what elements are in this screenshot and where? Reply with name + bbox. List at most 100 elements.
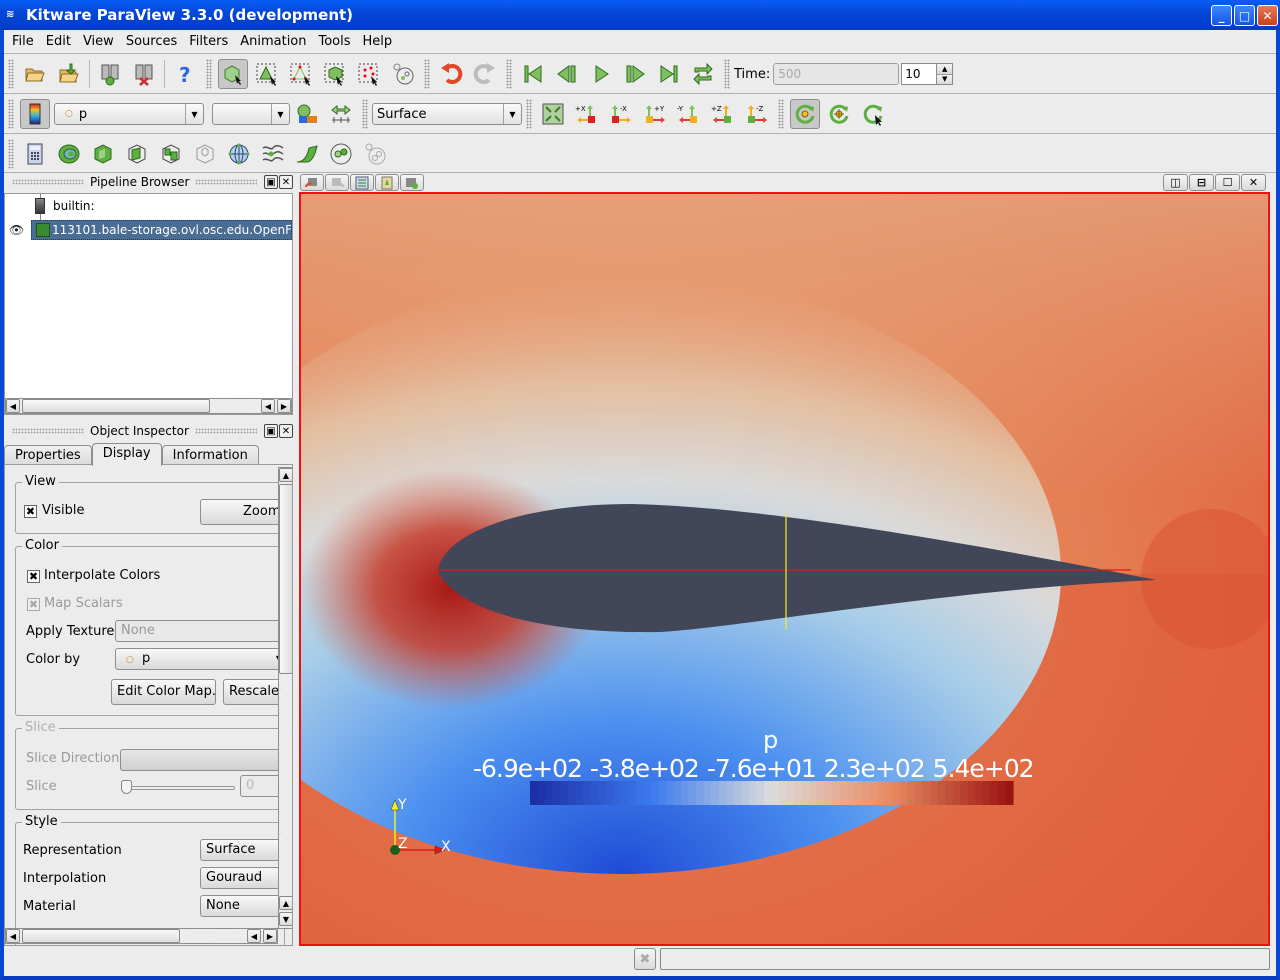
scroll-right-icon[interactable]: ▶ [263, 929, 277, 943]
inspector-hscrollbar[interactable]: ◀ ◀ ▶ [5, 928, 278, 944]
dock-grip[interactable] [194, 428, 257, 434]
view-plus-z-button[interactable]: +Z [708, 99, 738, 129]
representation-select[interactable]: Surface [200, 839, 290, 861]
connect-button[interactable] [95, 59, 125, 89]
extract-level-button[interactable] [360, 139, 390, 169]
lookmark-button[interactable] [375, 174, 399, 191]
threshold-button[interactable] [156, 139, 186, 169]
timestep-value[interactable]: 10 [901, 63, 938, 85]
view-plus-x-button[interactable]: +X [572, 99, 602, 129]
help-button[interactable]: ? [170, 59, 200, 89]
spin-down-icon[interactable]: ▼ [937, 74, 953, 84]
split-horizontal-button[interactable]: ◫ [1163, 174, 1188, 191]
next-frame-button[interactable] [620, 59, 650, 89]
play-button[interactable] [586, 59, 616, 89]
close-dock-button[interactable]: ✕ [279, 175, 293, 189]
slice-direction-select[interactable] [120, 749, 290, 771]
scroll-up-icon[interactable]: ▲ [279, 896, 292, 910]
scroll-left-icon[interactable]: ◀ [6, 929, 20, 943]
menu-edit[interactable]: Edit [40, 31, 77, 53]
reset-center-button[interactable] [824, 99, 854, 129]
render-view[interactable]: p -6.9e+02 -3.8e+02 -7.6e+01 2.3e+02 5.4… [299, 192, 1270, 946]
map-scalars-checkbox[interactable]: ✖ [27, 598, 40, 611]
calculator-button[interactable] [20, 139, 50, 169]
scroll-thumb[interactable] [22, 399, 210, 413]
select-frustum-points-button[interactable] [354, 59, 384, 89]
scroll-left-icon[interactable]: ◀ [6, 399, 20, 413]
extract-subset-button[interactable] [190, 139, 220, 169]
previous-frame-button[interactable] [552, 59, 582, 89]
dock-grip[interactable] [12, 179, 84, 185]
representation-select[interactable]: Surface ▼ [372, 103, 522, 125]
menu-sources[interactable]: Sources [120, 31, 183, 53]
close-button[interactable]: ✕ [1257, 5, 1278, 26]
select-frustum-cells-button[interactable] [320, 59, 350, 89]
split-vertical-button[interactable]: ⊟ [1189, 174, 1214, 191]
inspector-vscrollbar[interactable]: ▲ ▲ ▼ [278, 467, 292, 929]
load-state-button[interactable] [54, 59, 84, 89]
tab-display[interactable]: Display [91, 443, 162, 466]
view-minus-y-button[interactable]: -Y [674, 99, 704, 129]
select-block-button[interactable] [388, 59, 418, 89]
toolbar-grip[interactable] [206, 59, 212, 89]
toolbar-grip[interactable] [8, 99, 14, 129]
pick-center-button[interactable] [858, 99, 888, 129]
title-bar[interactable]: ≋ Kitware ParaView 3.3.0 (development) _… [0, 0, 1280, 30]
pipeline-item-builtin[interactable]: builtin: [35, 196, 95, 216]
group-datasets-button[interactable] [326, 139, 356, 169]
material-select[interactable]: None [200, 895, 290, 917]
menu-animation[interactable]: Animation [234, 31, 312, 53]
toolbar-grip[interactable] [362, 99, 368, 129]
toggle-color-legend-button[interactable] [20, 99, 50, 129]
zoom-to-data-button[interactable]: Zoom [200, 499, 290, 525]
toolbar-grip[interactable] [526, 99, 532, 129]
scene-canvas[interactable] [301, 194, 1268, 944]
camera-undo-button[interactable] [300, 174, 324, 191]
last-frame-button[interactable] [654, 59, 684, 89]
view-minus-x-button[interactable]: -X [606, 99, 636, 129]
rescale-button[interactable]: Rescale [223, 679, 285, 705]
pipeline-hscrollbar[interactable]: ◀ ◀ ▶ [5, 398, 292, 414]
toolbar-grip[interactable] [424, 59, 430, 89]
dock-grip[interactable] [195, 179, 257, 185]
clip-button[interactable] [88, 139, 118, 169]
disconnect-button[interactable] [129, 59, 159, 89]
float-dock-button[interactable]: ▣ [264, 175, 278, 189]
scroll-down-icon[interactable]: ▼ [279, 912, 292, 926]
close-dock-button[interactable]: ✕ [279, 424, 293, 438]
stream-tracer-button[interactable] [258, 139, 288, 169]
scroll-up-icon[interactable]: ▲ [279, 468, 292, 482]
spin-up-icon[interactable]: ▲ [937, 64, 953, 75]
tab-properties[interactable]: Properties [4, 445, 92, 466]
contour-button[interactable] [54, 139, 84, 169]
abort-button[interactable]: ✖ [634, 948, 656, 970]
scroll-right-icon[interactable]: ▶ [277, 399, 291, 413]
select-points-on-button[interactable] [286, 59, 316, 89]
interpolate-colors-checkbox[interactable]: ✖ [27, 570, 40, 583]
edit-color-map-button[interactable] [292, 99, 322, 129]
loop-button[interactable] [688, 59, 718, 89]
color-by-select[interactable]: ○ p ▼ [115, 648, 285, 670]
scroll-thumb[interactable] [22, 929, 180, 943]
interact-button[interactable] [218, 59, 248, 89]
open-file-button[interactable] [20, 59, 50, 89]
slice-slider-handle[interactable] [121, 780, 132, 794]
select-cells-on-button[interactable] [252, 59, 282, 89]
toolbar-grip[interactable] [8, 138, 14, 169]
time-field[interactable]: 500 [773, 63, 900, 85]
view-settings-button[interactable] [350, 174, 374, 191]
view-minus-z-button[interactable]: -Z [742, 99, 772, 129]
maximize-button[interactable]: □ [1234, 5, 1255, 26]
eye-visible-icon[interactable]: 👁 [9, 223, 25, 237]
undo-button[interactable] [436, 59, 466, 89]
view-plus-y-button[interactable]: +Y [640, 99, 670, 129]
minimize-button[interactable]: _ [1211, 5, 1232, 26]
component-select[interactable]: ▼ [212, 103, 290, 125]
toolbar-grip[interactable] [778, 99, 784, 129]
toolbar-grip[interactable] [724, 59, 730, 89]
first-frame-button[interactable] [518, 59, 548, 89]
toolbar-grip[interactable] [8, 59, 14, 89]
reset-camera-button[interactable] [538, 99, 568, 129]
menu-filters[interactable]: Filters [183, 31, 234, 53]
slice-slider-track[interactable] [123, 786, 235, 790]
